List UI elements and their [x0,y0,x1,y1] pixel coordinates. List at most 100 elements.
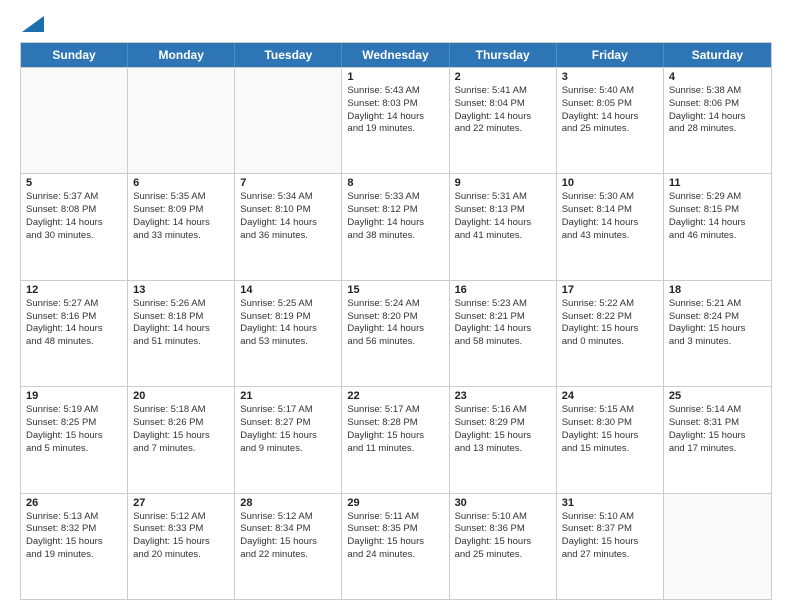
day-info: Sunrise: 5:22 AM Sunset: 8:22 PM Dayligh… [562,298,658,349]
day-number: 21 [240,390,336,402]
day-info: Sunrise: 5:21 AM Sunset: 8:24 PM Dayligh… [669,298,766,349]
calendar-row: 12Sunrise: 5:27 AM Sunset: 8:16 PM Dayli… [21,280,771,386]
calendar-cell: 18 Sunrise: 5:21 AM Sunset: 8:24 PM Dayli… [664,281,771,386]
calendar-cell: 29Sunrise: 5:11 AM Sunset: 8:35 PM Dayli… [342,494,449,599]
calendar-header: SundayMondayTuesdayWednesdayThursdayFrid… [21,43,771,67]
day-info: Sunrise: 5:30 AM Sunset: 8:14 PM Dayligh… [562,191,658,242]
day-info: Sunrise: 5:35 AM Sunset: 8:09 PM Dayligh… [133,191,229,242]
day-info: Sunrise: 5:17 AM Sunset: 8:28 PM Dayligh… [347,404,443,455]
calendar-cell: 20 Sunrise: 5:18 AM Sunset: 8:26 PM Dayli… [128,387,235,492]
calendar: SundayMondayTuesdayWednesdayThursdayFrid… [20,42,772,600]
day-info: Sunrise: 5:12 AM Sunset: 8:33 PM Dayligh… [133,511,229,562]
weekday-header: Wednesday [342,43,449,67]
weekday-header: Monday [128,43,235,67]
calendar-cell: 31 Sunrise: 5:10 AM Sunset: 8:37 PM Dayli… [557,494,664,599]
day-info: Sunrise: 5:31 AM Sunset: 8:13 PM Dayligh… [455,191,551,242]
day-number: 18 [669,284,766,296]
calendar-cell [21,68,128,173]
calendar-cell [664,494,771,599]
calendar-cell: 13 Sunrise: 5:26 AM Sunset: 8:18 PM Dayli… [128,281,235,386]
day-number: 10 [562,177,658,189]
weekday-header: Tuesday [235,43,342,67]
day-number: 19 [26,390,122,402]
calendar-cell: 27Sunrise: 5:12 AM Sunset: 8:33 PM Dayli… [128,494,235,599]
day-number: 25 [669,390,766,402]
calendar-cell: 23Sunrise: 5:16 AM Sunset: 8:29 PM Dayli… [450,387,557,492]
logo-icon [22,16,44,32]
calendar-body: 1Sunrise: 5:43 AM Sunset: 8:03 PM Daylig… [21,67,771,599]
day-info: Sunrise: 5:15 AM Sunset: 8:30 PM Dayligh… [562,404,658,455]
day-number: 11 [669,177,766,189]
weekday-header: Saturday [664,43,771,67]
calendar-cell: 1Sunrise: 5:43 AM Sunset: 8:03 PM Daylig… [342,68,449,173]
calendar-cell: 11 Sunrise: 5:29 AM Sunset: 8:15 PM Dayli… [664,174,771,279]
day-info: Sunrise: 5:25 AM Sunset: 8:19 PM Dayligh… [240,298,336,349]
calendar-cell: 24 Sunrise: 5:15 AM Sunset: 8:30 PM Dayli… [557,387,664,492]
calendar-cell: 7 Sunrise: 5:34 AM Sunset: 8:10 PM Daylig… [235,174,342,279]
day-info: Sunrise: 5:19 AM Sunset: 8:25 PM Dayligh… [26,404,122,455]
day-info: Sunrise: 5:24 AM Sunset: 8:20 PM Dayligh… [347,298,443,349]
calendar-cell: 25 Sunrise: 5:14 AM Sunset: 8:31 PM Dayli… [664,387,771,492]
calendar-row: 1Sunrise: 5:43 AM Sunset: 8:03 PM Daylig… [21,67,771,173]
calendar-cell: 21 Sunrise: 5:17 AM Sunset: 8:27 PM Dayli… [235,387,342,492]
day-info: Sunrise: 5:13 AM Sunset: 8:32 PM Dayligh… [26,511,122,562]
day-number: 15 [347,284,443,296]
calendar-cell: 12Sunrise: 5:27 AM Sunset: 8:16 PM Dayli… [21,281,128,386]
day-info: Sunrise: 5:34 AM Sunset: 8:10 PM Dayligh… [240,191,336,242]
calendar-cell: 9 Sunrise: 5:31 AM Sunset: 8:13 PM Daylig… [450,174,557,279]
calendar-cell: 14Sunrise: 5:25 AM Sunset: 8:19 PM Dayli… [235,281,342,386]
logo [20,16,44,32]
day-number: 24 [562,390,658,402]
day-info: Sunrise: 5:43 AM Sunset: 8:03 PM Dayligh… [347,85,443,136]
day-number: 16 [455,284,551,296]
weekday-header: Sunday [21,43,128,67]
day-info: Sunrise: 5:40 AM Sunset: 8:05 PM Dayligh… [562,85,658,136]
calendar-cell: 4 Sunrise: 5:38 AM Sunset: 8:06 PM Daylig… [664,68,771,173]
day-number: 7 [240,177,336,189]
day-number: 6 [133,177,229,189]
day-number: 26 [26,497,122,509]
day-info: Sunrise: 5:14 AM Sunset: 8:31 PM Dayligh… [669,404,766,455]
day-info: Sunrise: 5:12 AM Sunset: 8:34 PM Dayligh… [240,511,336,562]
calendar-cell: 19 Sunrise: 5:19 AM Sunset: 8:25 PM Dayli… [21,387,128,492]
day-number: 12 [26,284,122,296]
calendar-cell: 17 Sunrise: 5:22 AM Sunset: 8:22 PM Dayli… [557,281,664,386]
day-number: 13 [133,284,229,296]
calendar-cell: 30Sunrise: 5:10 AM Sunset: 8:36 PM Dayli… [450,494,557,599]
day-number: 30 [455,497,551,509]
day-info: Sunrise: 5:38 AM Sunset: 8:06 PM Dayligh… [669,85,766,136]
day-number: 2 [455,71,551,83]
calendar-row: 5Sunrise: 5:37 AM Sunset: 8:08 PM Daylig… [21,173,771,279]
day-number: 9 [455,177,551,189]
day-info: Sunrise: 5:17 AM Sunset: 8:27 PM Dayligh… [240,404,336,455]
day-number: 31 [562,497,658,509]
day-info: Sunrise: 5:29 AM Sunset: 8:15 PM Dayligh… [669,191,766,242]
day-info: Sunrise: 5:10 AM Sunset: 8:37 PM Dayligh… [562,511,658,562]
weekday-header: Thursday [450,43,557,67]
day-info: Sunrise: 5:16 AM Sunset: 8:29 PM Dayligh… [455,404,551,455]
calendar-cell: 10 Sunrise: 5:30 AM Sunset: 8:14 PM Dayli… [557,174,664,279]
day-info: Sunrise: 5:37 AM Sunset: 8:08 PM Dayligh… [26,191,122,242]
day-number: 8 [347,177,443,189]
calendar-page: SundayMondayTuesdayWednesdayThursdayFrid… [0,0,792,612]
calendar-cell: 15 Sunrise: 5:24 AM Sunset: 8:20 PM Dayli… [342,281,449,386]
weekday-header: Friday [557,43,664,67]
calendar-cell: 6 Sunrise: 5:35 AM Sunset: 8:09 PM Daylig… [128,174,235,279]
calendar-cell: 16 Sunrise: 5:23 AM Sunset: 8:21 PM Dayli… [450,281,557,386]
calendar-row: 26 Sunrise: 5:13 AM Sunset: 8:32 PM Dayli… [21,493,771,599]
day-number: 20 [133,390,229,402]
calendar-cell: 2 Sunrise: 5:41 AM Sunset: 8:04 PM Daylig… [450,68,557,173]
calendar-cell: 28 Sunrise: 5:12 AM Sunset: 8:34 PM Dayli… [235,494,342,599]
day-number: 3 [562,71,658,83]
calendar-cell: 5Sunrise: 5:37 AM Sunset: 8:08 PM Daylig… [21,174,128,279]
day-info: Sunrise: 5:11 AM Sunset: 8:35 PM Dayligh… [347,511,443,562]
day-info: Sunrise: 5:26 AM Sunset: 8:18 PM Dayligh… [133,298,229,349]
day-info: Sunrise: 5:23 AM Sunset: 8:21 PM Dayligh… [455,298,551,349]
day-number: 17 [562,284,658,296]
day-number: 28 [240,497,336,509]
day-number: 4 [669,71,766,83]
day-info: Sunrise: 5:18 AM Sunset: 8:26 PM Dayligh… [133,404,229,455]
day-number: 22 [347,390,443,402]
calendar-cell: 26 Sunrise: 5:13 AM Sunset: 8:32 PM Dayli… [21,494,128,599]
day-info: Sunrise: 5:41 AM Sunset: 8:04 PM Dayligh… [455,85,551,136]
